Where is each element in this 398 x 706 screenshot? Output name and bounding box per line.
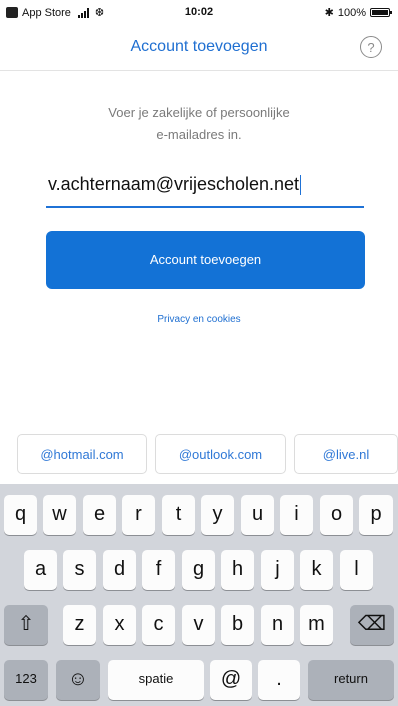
- key-r[interactable]: r: [122, 495, 155, 535]
- key-k[interactable]: k: [300, 550, 333, 590]
- numbers-key[interactable]: 123: [4, 660, 48, 700]
- key-x[interactable]: x: [103, 605, 136, 645]
- domain-suggestions: @hotmail.com @outlook.com @live.nl: [17, 434, 398, 476]
- key-c[interactable]: c: [142, 605, 175, 645]
- instruction-text: Voer je zakelijke of persoonlijke e-mail…: [60, 102, 338, 146]
- page-title: Account toevoegen: [130, 38, 268, 55]
- shift-key[interactable]: ⇧: [4, 605, 48, 645]
- email-value: v.achternaam@vrijescholen.net: [48, 174, 300, 194]
- return-key[interactable]: return: [308, 660, 394, 700]
- keyboard: q w e r t y u i o p a s d f g h j k l ⇧ …: [0, 484, 398, 706]
- privacy-link[interactable]: Privacy en cookies: [0, 314, 398, 325]
- space-key[interactable]: spatie: [108, 660, 204, 700]
- key-w[interactable]: w: [43, 495, 76, 535]
- bluetooth-icon: ✱: [324, 7, 334, 19]
- key-i[interactable]: i: [280, 495, 313, 535]
- key-t[interactable]: t: [162, 495, 195, 535]
- key-h[interactable]: h: [221, 550, 254, 590]
- key-d[interactable]: d: [103, 550, 136, 590]
- key-b[interactable]: b: [221, 605, 254, 645]
- key-g[interactable]: g: [182, 550, 215, 590]
- emoji-key[interactable]: ☺: [56, 660, 100, 700]
- instruction-line-2: e-mailadres in.: [156, 127, 242, 142]
- key-e[interactable]: e: [83, 495, 116, 535]
- key-a[interactable]: a: [24, 550, 57, 590]
- key-q[interactable]: q: [4, 495, 37, 535]
- suggestion-outlook[interactable]: @outlook.com: [155, 434, 286, 474]
- key-s[interactable]: s: [63, 550, 96, 590]
- add-account-button[interactable]: Account toevoegen: [46, 231, 365, 289]
- battery-percent: 100%: [337, 6, 366, 19]
- email-field[interactable]: v.achternaam@vrijescholen.net: [46, 170, 364, 208]
- text-caret: [300, 175, 302, 196]
- key-p[interactable]: p: [359, 495, 393, 535]
- nav-bar: Account toevoegen ?: [0, 24, 398, 71]
- key-u[interactable]: u: [241, 495, 274, 535]
- key-m[interactable]: m: [300, 605, 333, 645]
- battery-icon: [370, 8, 392, 17]
- instruction-line-1: Voer je zakelijke of persoonlijke: [108, 105, 290, 120]
- status-bar: App Store ❆ 10:02 ✱ 100%: [0, 0, 398, 24]
- delete-key[interactable]: ⌫: [350, 605, 394, 645]
- key-j[interactable]: j: [261, 550, 294, 590]
- key-v[interactable]: v: [182, 605, 215, 645]
- at-key[interactable]: @: [210, 660, 252, 700]
- key-f[interactable]: f: [142, 550, 175, 590]
- suggestion-live[interactable]: @live.nl: [294, 434, 398, 474]
- help-button[interactable]: ?: [360, 36, 382, 58]
- key-l[interactable]: l: [340, 550, 373, 590]
- key-n[interactable]: n: [261, 605, 294, 645]
- dot-key[interactable]: .: [258, 660, 300, 700]
- suggestion-hotmail[interactable]: @hotmail.com: [17, 434, 147, 474]
- key-y[interactable]: y: [201, 495, 234, 535]
- key-z[interactable]: z: [63, 605, 96, 645]
- status-right: ✱ 100%: [324, 6, 392, 19]
- key-o[interactable]: o: [320, 495, 353, 535]
